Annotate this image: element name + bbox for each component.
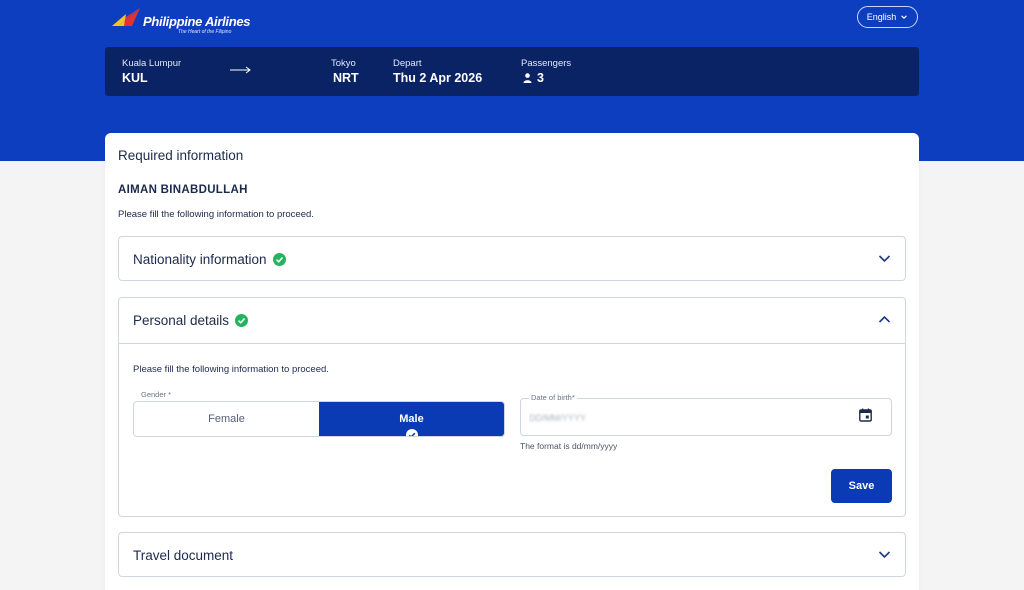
passenger-name: AIMAN BINABDULLAH	[118, 184, 248, 196]
personal-details-section-toggle[interactable]: Personal details	[119, 298, 905, 342]
airline-logo[interactable]: Philippine Airlines The Heart of the Fil…	[110, 6, 251, 38]
passengers-count: 3	[537, 71, 544, 85]
brand-name: Philippine Airlines	[143, 14, 251, 29]
date-format-hint: The format is dd/mm/yyyy	[520, 441, 618, 451]
depart-label: Depart	[393, 58, 422, 69]
save-button[interactable]: Save	[831, 469, 892, 503]
logo-mark-icon	[112, 8, 140, 26]
form-intro: Please fill the following information to…	[118, 209, 314, 220]
destination-code: NRT	[333, 71, 359, 85]
travel-document-section-title: Travel document	[133, 547, 234, 563]
check-circle-icon	[235, 313, 249, 327]
nationality-section: Nationality information	[118, 236, 906, 281]
chevron-up-icon	[878, 315, 891, 323]
gender-option-male-label: Male	[399, 413, 424, 425]
personal-details-section: Personal details Please fill the followi…	[118, 297, 906, 517]
page-title: Required information	[118, 148, 244, 163]
gender-option-female[interactable]: Female	[134, 402, 319, 436]
origin-city: Kuala Lumpur	[122, 58, 182, 69]
section-divider	[119, 343, 905, 344]
nationality-section-toggle[interactable]: Nationality information	[119, 237, 905, 281]
origin-code: KUL	[122, 71, 148, 85]
date-of-birth-input[interactable]	[529, 410, 849, 426]
nationality-section-title: Nationality information	[133, 251, 267, 267]
language-selector[interactable]: English	[857, 6, 918, 28]
date-of-birth-label: Date of birth*	[529, 393, 577, 402]
person-icon	[523, 73, 532, 83]
chevron-down-icon	[878, 551, 891, 559]
gender-option-male[interactable]: Male	[319, 402, 504, 436]
selected-check-icon	[405, 429, 418, 436]
brand-tagline: The Heart of the Filipino	[178, 29, 232, 35]
destination-city: Tokyo	[331, 58, 356, 69]
depart-date: Thu 2 Apr 2026	[393, 71, 483, 85]
gender-toggle: Female Male	[133, 401, 505, 437]
travel-document-section-toggle[interactable]: Travel document	[119, 533, 905, 577]
required-information-card: Required information AIMAN BINABDULLAH P…	[105, 133, 919, 590]
language-label: English	[866, 12, 897, 22]
flight-summary-bar: Kuala Lumpur KUL Tokyo NRT Depart Thu 2 …	[105, 47, 919, 96]
route-arrow-icon	[230, 66, 251, 74]
personal-details-section-title: Personal details	[133, 312, 230, 328]
date-of-birth-field: Date of birth*	[520, 393, 892, 436]
chevron-down-icon	[878, 255, 891, 263]
travel-document-section: Travel document	[118, 532, 906, 577]
personal-details-intro: Please fill the following information to…	[133, 364, 329, 375]
passengers-label: Passengers	[521, 58, 572, 69]
check-circle-icon	[272, 252, 286, 266]
calendar-icon[interactable]	[859, 408, 872, 422]
gender-label: Gender *	[141, 390, 172, 399]
chevron-down-icon	[901, 15, 908, 19]
